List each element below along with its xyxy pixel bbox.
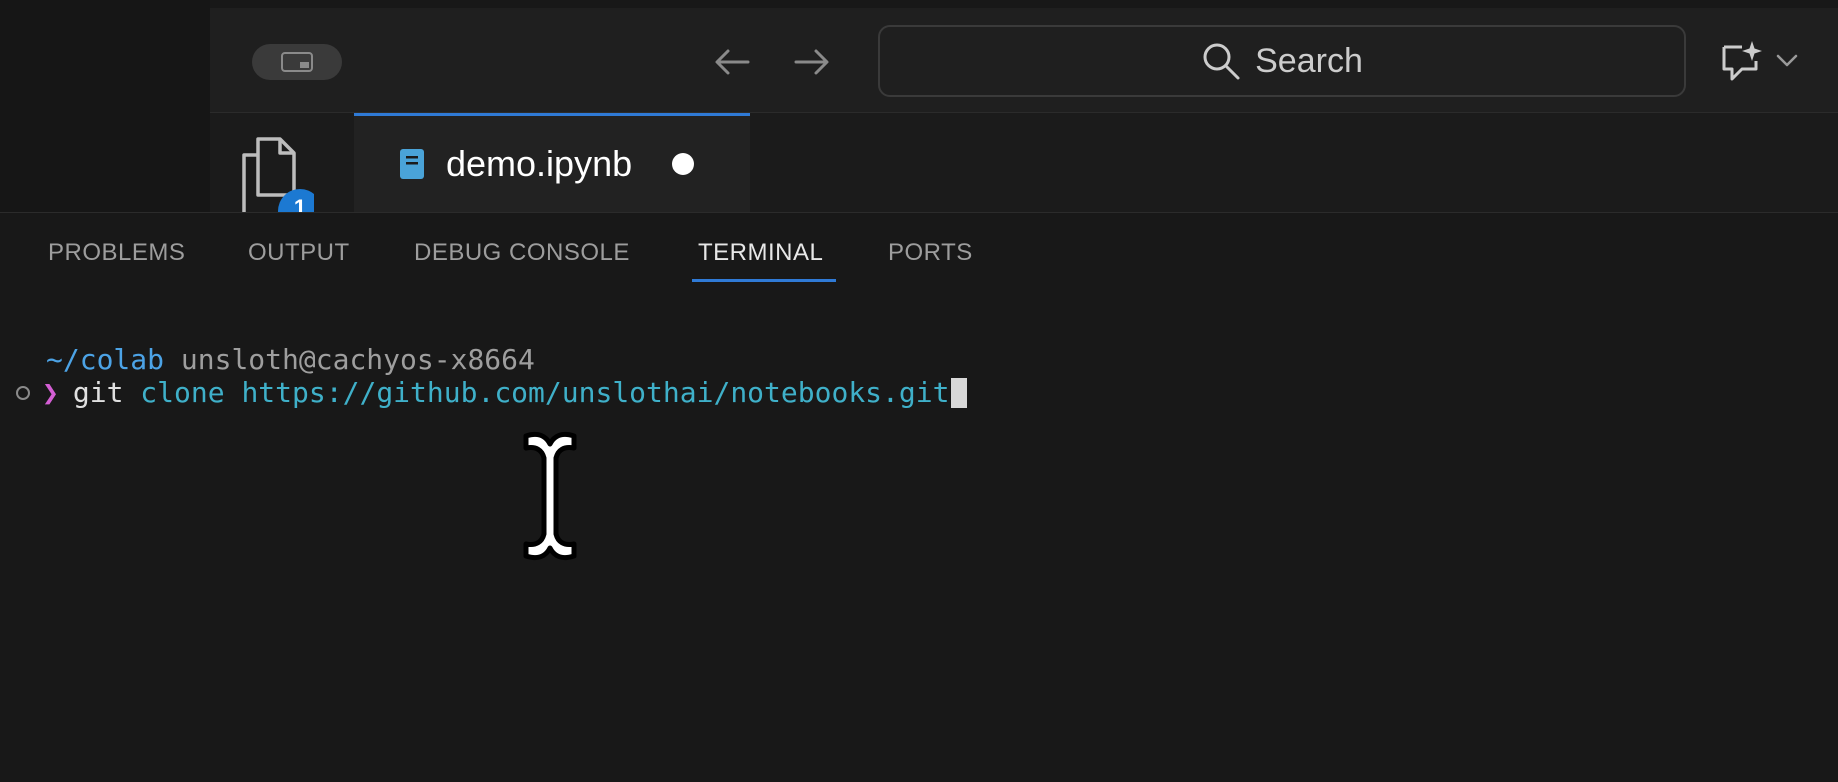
- command-subcommand: clone: [140, 376, 225, 409]
- copilot-chat-icon: [1722, 41, 1762, 81]
- editor-tab-row: 1 demo.ipynb: [210, 113, 1838, 212]
- tab-output[interactable]: OUTPUT: [248, 239, 350, 267]
- title-bar: Search: [210, 8, 1838, 113]
- command-name: git: [72, 376, 124, 409]
- unsaved-indicator[interactable]: [672, 153, 695, 175]
- layout-toggle-button[interactable]: [252, 44, 342, 80]
- terminal-command-line[interactable]: ❯ git clone https://github.com/unslothai…: [16, 376, 968, 409]
- tab-ports[interactable]: PORTS: [888, 239, 973, 267]
- terminal-prompt: ~/colab unsloth@cachyos-x8664: [46, 343, 535, 376]
- notebook-file-icon: [400, 149, 424, 179]
- back-button[interactable]: [710, 42, 754, 82]
- terminal-view[interactable]: ~/colab unsloth@cachyos-x8664 ❯ git clon…: [0, 293, 1838, 782]
- prompt-directory: ~/colab: [46, 343, 165, 376]
- explorer-activity-button[interactable]: 1: [234, 133, 314, 212]
- bottom-panel: PROBLEMS OUTPUT DEBUG CONSOLE TERMINAL P…: [0, 212, 1838, 782]
- tab-label: demo.ipynb: [446, 143, 633, 184]
- tab-debug-console[interactable]: DEBUG CONSOLE: [414, 239, 630, 267]
- search-icon: [1203, 43, 1240, 80]
- command-status-circle-icon: [16, 385, 30, 400]
- copilot-chat-button[interactable]: [1710, 36, 1806, 86]
- tab-terminal[interactable]: TERMINAL: [698, 239, 823, 267]
- editor-window: Search 1 demo.ipynb: [210, 8, 1838, 212]
- prompt-chevron: ❯: [42, 376, 59, 409]
- active-tab-indicator: [692, 279, 836, 282]
- panel-tab-bar: PROBLEMS OUTPUT DEBUG CONSOLE TERMINAL P…: [0, 213, 1838, 285]
- command-argument: https://github.com/unslothai/notebooks.g…: [241, 376, 950, 409]
- ibeam-cursor-icon: [523, 431, 577, 561]
- layout-toggle-icon: [281, 52, 313, 72]
- command-center-search[interactable]: Search: [878, 25, 1686, 97]
- arrow-left-icon: [715, 49, 750, 75]
- desktop-background: [0, 0, 210, 212]
- forward-button[interactable]: [790, 42, 834, 82]
- screen: Search 1 demo.ipynb PROBLEMS OUTPUT DEBU…: [0, 0, 1838, 782]
- chevron-down-icon: [1776, 54, 1798, 67]
- arrow-right-icon: [794, 49, 829, 75]
- tab-demo-ipynb[interactable]: demo.ipynb: [354, 113, 750, 212]
- prompt-user-host: unsloth@cachyos-x8664: [180, 343, 535, 376]
- text-cursor: [951, 377, 968, 408]
- search-label: Search: [1255, 41, 1363, 80]
- tab-problems[interactable]: PROBLEMS: [48, 239, 185, 267]
